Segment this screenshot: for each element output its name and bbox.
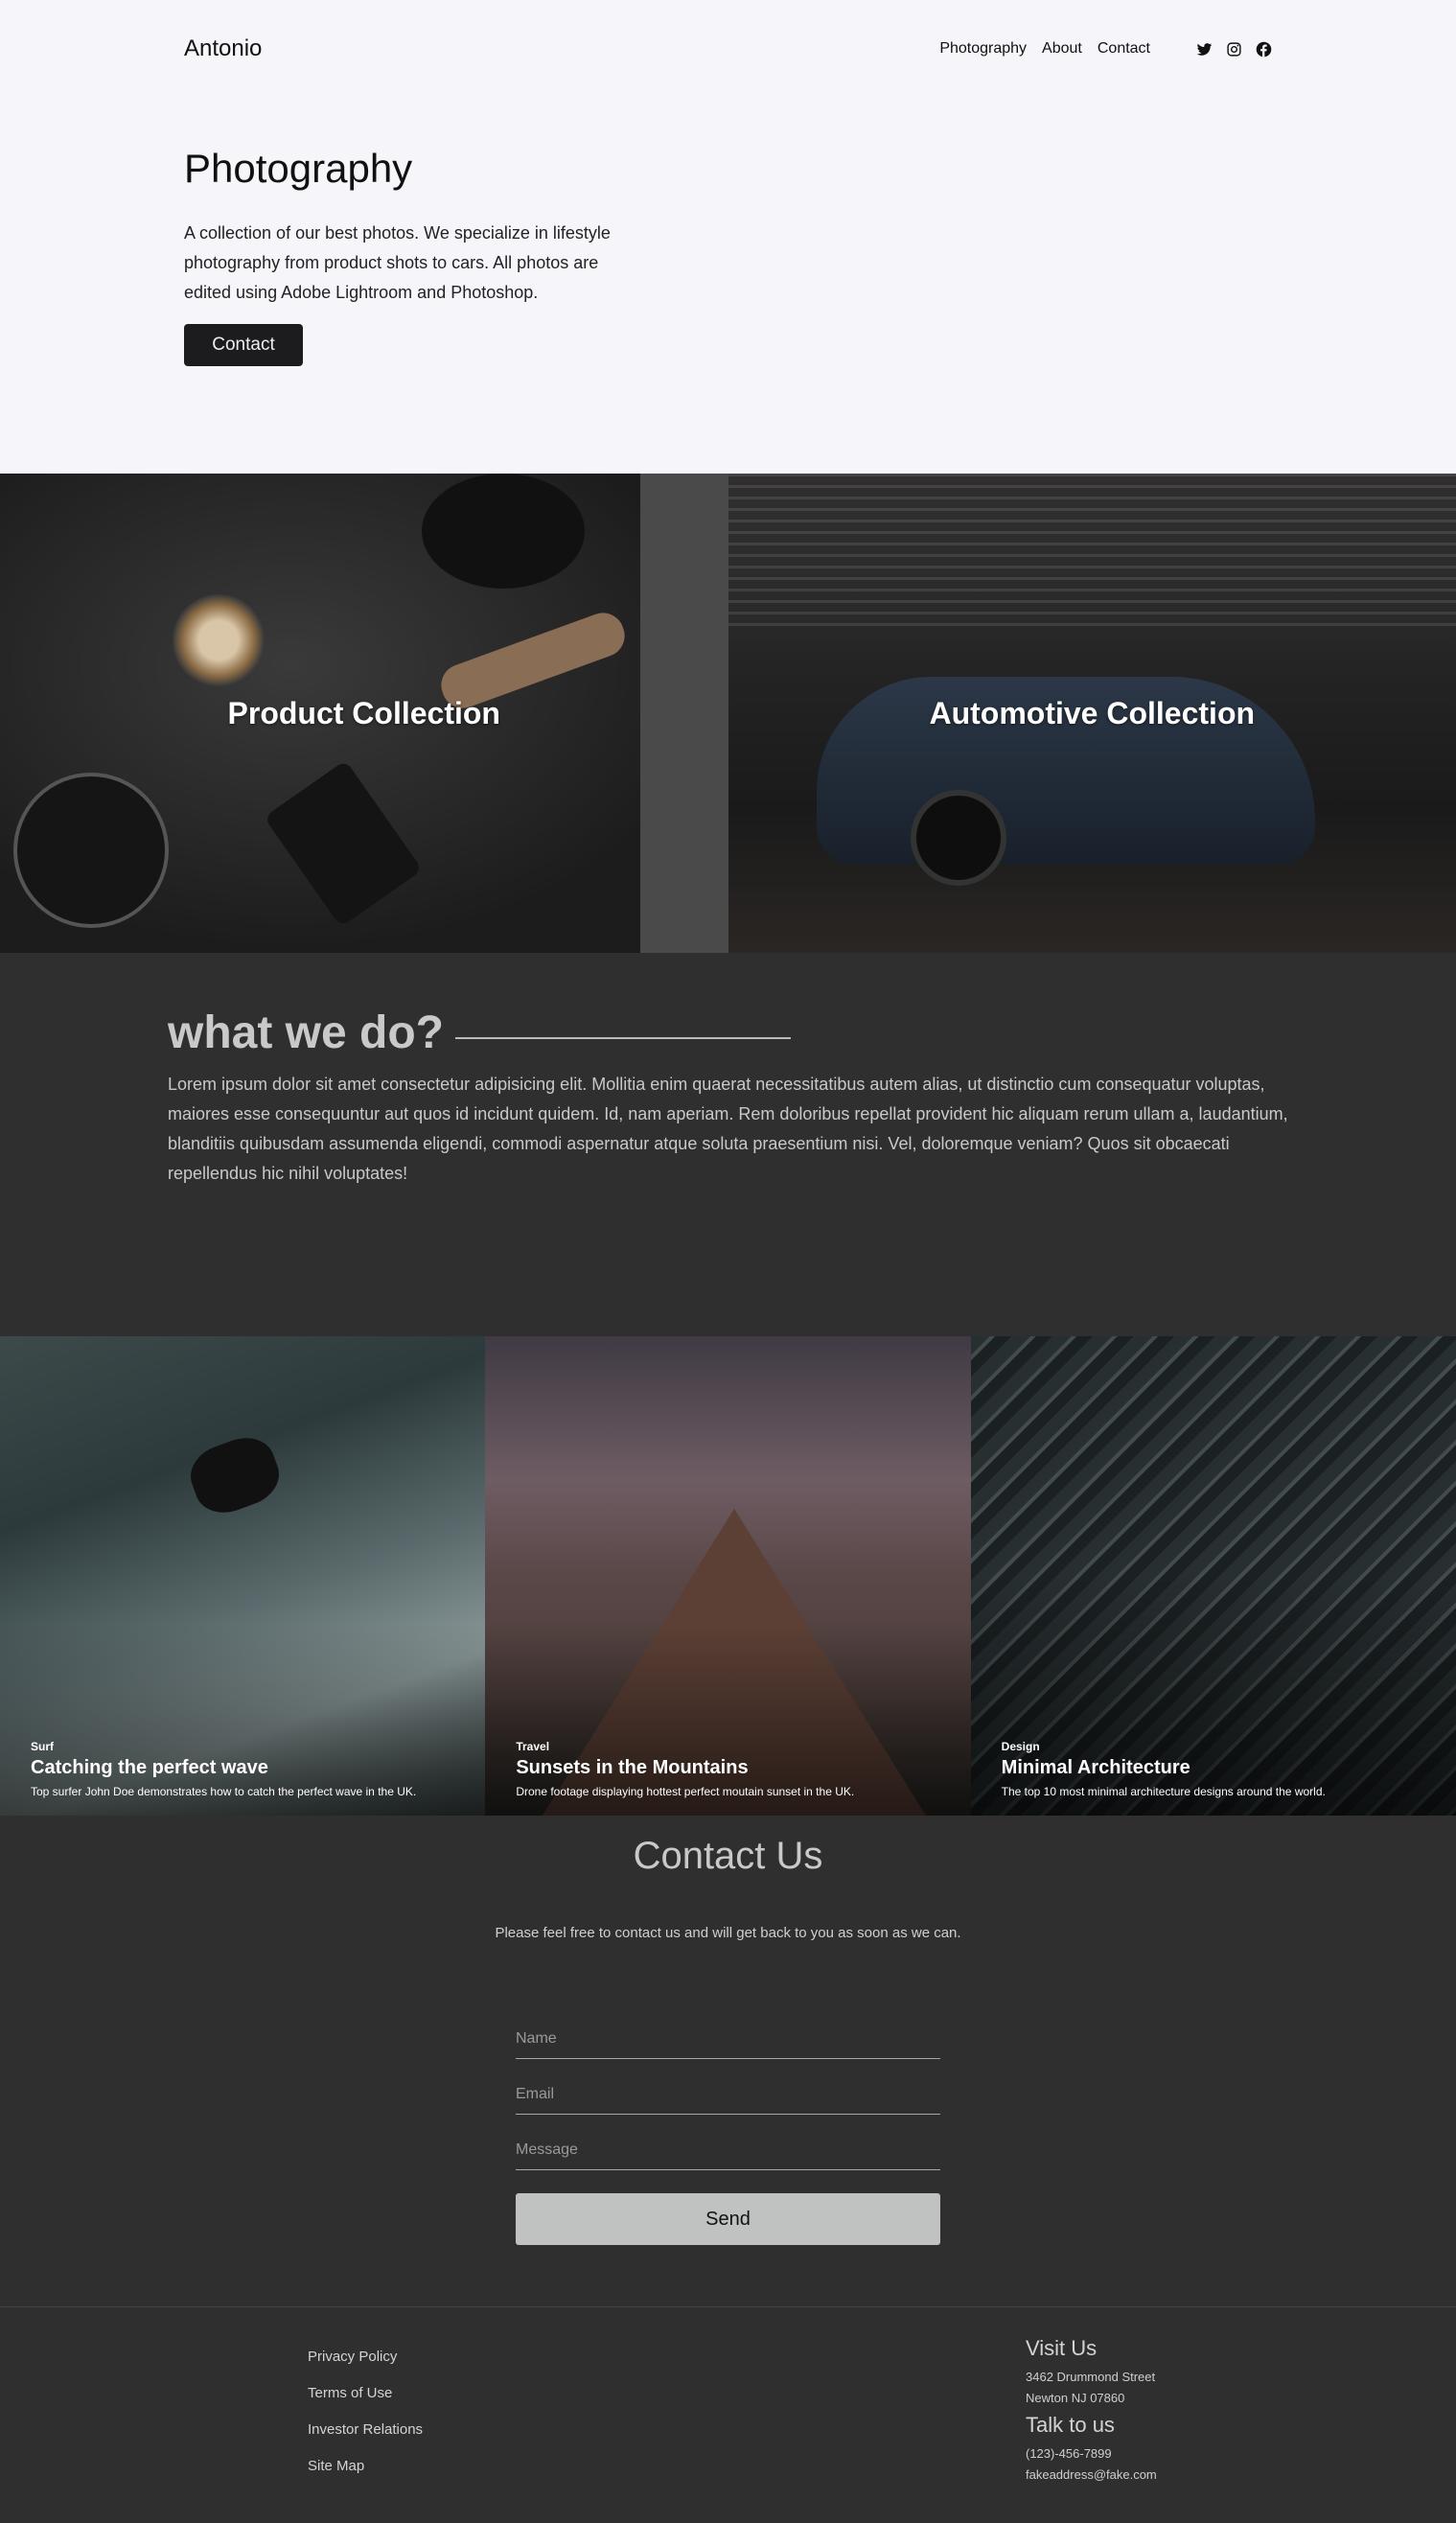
- message-field[interactable]: [516, 2115, 940, 2170]
- hero-title: Photography: [184, 146, 413, 191]
- top-navbar: Antonio Photography About Contact: [184, 33, 1272, 65]
- card-title: Sunsets in the Mountains: [516, 1757, 749, 1778]
- product-collection-title: Product Collection: [227, 695, 500, 730]
- contact-button[interactable]: Contact: [184, 324, 303, 366]
- nav-about[interactable]: About: [1042, 40, 1082, 58]
- name-field[interactable]: [516, 2003, 940, 2059]
- card-info: Surf Catching the perfect wave Top surfe…: [31, 1740, 466, 1798]
- contact-title: Contact Us: [633, 1835, 823, 1877]
- what-we-do-section: what we do? Lorem ipsum dolor sit amet c…: [0, 953, 1456, 1336]
- facebook-icon[interactable]: [1256, 41, 1272, 58]
- card-title: Catching the perfect wave: [31, 1757, 268, 1778]
- send-button[interactable]: Send: [516, 2193, 940, 2245]
- card-tag: Surf: [31, 1740, 54, 1753]
- phone-decoration: [264, 759, 423, 928]
- card-tag: Travel: [516, 1740, 550, 1753]
- footer-link-terms[interactable]: Terms of Use: [308, 2384, 423, 2403]
- gallery-card-architecture[interactable]: Design Minimal Architecture The top 10 m…: [970, 1336, 1456, 1816]
- nav-contact[interactable]: Contact: [1098, 40, 1150, 58]
- what-we-do-title: what we do?: [168, 1007, 444, 1058]
- table-edge-decoration: [640, 474, 728, 953]
- what-we-do-text: Lorem ipsum dolor sit amet consectetur a…: [168, 1075, 1288, 1183]
- card-info: Travel Sunsets in the Mountains Drone fo…: [516, 1740, 951, 1798]
- footer-link-privacy[interactable]: Privacy Policy: [308, 2348, 423, 2367]
- hero-section: Antonio Photography About Contact Photog…: [0, 0, 1456, 474]
- heading-divider: [455, 1036, 791, 1039]
- footer-links: Privacy Policy Terms of Use Investor Rel…: [308, 2348, 423, 2476]
- footer: Privacy Policy Terms of Use Investor Rel…: [0, 2306, 1456, 2523]
- card-subtitle: Drone footage displaying hottest perfect…: [516, 1785, 855, 1798]
- nav-photography[interactable]: Photography: [939, 40, 1027, 58]
- footer-link-sitemap[interactable]: Site Map: [308, 2457, 423, 2476]
- phone-number: (123)-456-7899: [1026, 2446, 1112, 2461]
- automotive-collection-tile[interactable]: Automotive Collection: [728, 474, 1456, 953]
- card-subtitle: Top surfer John Doe demonstrates how to …: [31, 1785, 417, 1798]
- email-address[interactable]: fakeaddress@fake.com: [1026, 2465, 1157, 2486]
- card-subtitle: The top 10 most minimal architecture des…: [1001, 1785, 1326, 1798]
- camera-decoration: [422, 474, 585, 589]
- coffee-cup-decoration: [173, 594, 265, 686]
- talk-to-us-title: Talk to us: [1026, 2413, 1115, 2437]
- contact-section: Contact Us Please feel free to contact u…: [0, 1816, 1456, 2306]
- address-line-1: 3462 Drummond Street: [1026, 2370, 1156, 2384]
- card-title: Minimal Architecture: [1001, 1757, 1190, 1778]
- footer-link-investors[interactable]: Investor Relations: [308, 2420, 423, 2440]
- twitter-icon[interactable]: [1196, 41, 1213, 58]
- instagram-icon[interactable]: [1226, 41, 1242, 58]
- automotive-collection-title: Automotive Collection: [929, 695, 1256, 730]
- collections-section: Product Collection Automotive Collection: [0, 474, 1456, 953]
- address-line-2: Newton NJ 07860: [1026, 2391, 1125, 2405]
- footer-contact: Visit Us 3462 Drummond Street Newton NJ …: [1026, 2336, 1157, 2486]
- hero-description: A collection of our best photos. We spec…: [184, 223, 611, 302]
- car-wheel-decoration: [910, 790, 1006, 886]
- main-nav: Photography About Contact: [939, 40, 1150, 58]
- brand-logo[interactable]: Antonio: [184, 35, 939, 62]
- gallery-card-surf[interactable]: Surf Catching the perfect wave Top surfe…: [0, 1336, 486, 1816]
- email-field[interactable]: [516, 2059, 940, 2115]
- gallery-card-mountains[interactable]: Travel Sunsets in the Mountains Drone fo…: [485, 1336, 971, 1816]
- what-we-do-heading: what we do?: [168, 1007, 791, 1059]
- railing-decoration: [728, 474, 1456, 627]
- visit-us-title: Visit Us: [1026, 2336, 1098, 2360]
- plate-decoration: [13, 773, 169, 928]
- gallery-section: Surf Catching the perfect wave Top surfe…: [0, 1336, 1456, 1816]
- card-tag: Design: [1001, 1740, 1040, 1753]
- card-info: Design Minimal Architecture The top 10 m…: [1002, 1740, 1437, 1798]
- contact-text: Please feel free to contact us and will …: [495, 1925, 961, 1941]
- social-links: [1196, 41, 1272, 58]
- product-collection-tile[interactable]: Product Collection: [0, 474, 728, 953]
